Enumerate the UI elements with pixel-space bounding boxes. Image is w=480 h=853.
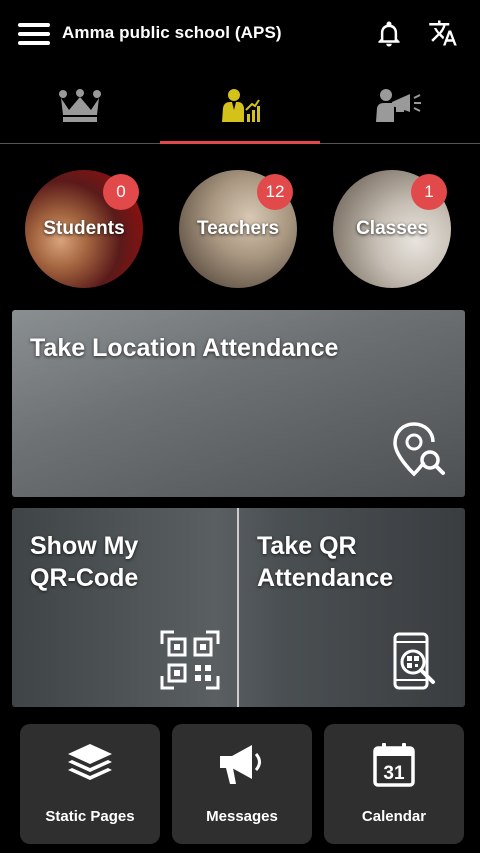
qr-cards-container: Show My QR-Code Take QR Attendance xyxy=(12,508,465,707)
menu-icon[interactable] xyxy=(18,23,50,47)
teachers-label: Teachers xyxy=(196,218,280,239)
show-qr-title-line1: Show My xyxy=(30,532,139,560)
take-qr-attendance-card[interactable]: Take QR Attendance xyxy=(239,508,465,707)
tab-teacher-performance[interactable] xyxy=(160,68,320,144)
calendar-icon: 31 xyxy=(373,743,415,787)
show-qr-title-line2: QR-Code xyxy=(30,564,139,592)
take-qr-title-line1: Take QR xyxy=(257,532,357,560)
qr-code-icon xyxy=(160,630,220,690)
tab-admin[interactable] xyxy=(0,68,160,144)
students-label: Students xyxy=(43,218,125,239)
layers-icon xyxy=(68,744,112,780)
translate-icon[interactable] xyxy=(428,18,458,48)
bell-icon[interactable] xyxy=(374,19,404,49)
location-card-title: Take Location Attendance xyxy=(30,334,339,362)
speaker-megaphone-icon xyxy=(376,89,421,122)
calendar-label: Calendar xyxy=(361,808,427,825)
classes-count-badge: 1 xyxy=(411,174,447,210)
take-location-attendance-card[interactable]: Take Location Attendance xyxy=(12,310,465,497)
students-count-badge: 0 xyxy=(103,174,139,210)
static-pages-tile[interactable]: Static Pages xyxy=(20,724,160,844)
messages-label: Messages xyxy=(206,808,278,825)
show-my-qr-code-card[interactable]: Show My QR-Code xyxy=(12,508,237,707)
classes-label: Classes xyxy=(356,218,428,239)
messages-tile[interactable]: Messages xyxy=(172,724,312,844)
megaphone-icon xyxy=(220,745,261,784)
calendar-tile[interactable]: 31 Calendar xyxy=(324,724,464,844)
static-pages-label: Static Pages xyxy=(45,808,135,825)
phone-qr-scan-icon xyxy=(393,632,435,690)
calendar-day: 31 xyxy=(383,763,405,784)
teachers-count-badge: 12 xyxy=(257,174,293,210)
active-tab-indicator xyxy=(160,141,320,144)
person-chart-icon xyxy=(222,89,260,122)
tab-announcements[interactable] xyxy=(320,68,480,144)
app-header: Amma public school (APS) xyxy=(0,0,480,68)
school-title: Amma public school (APS) xyxy=(62,23,282,42)
location-search-icon xyxy=(393,422,445,477)
take-qr-title-line2: Attendance xyxy=(257,564,394,592)
tab-bar xyxy=(0,68,480,144)
crown-icon xyxy=(59,89,101,122)
